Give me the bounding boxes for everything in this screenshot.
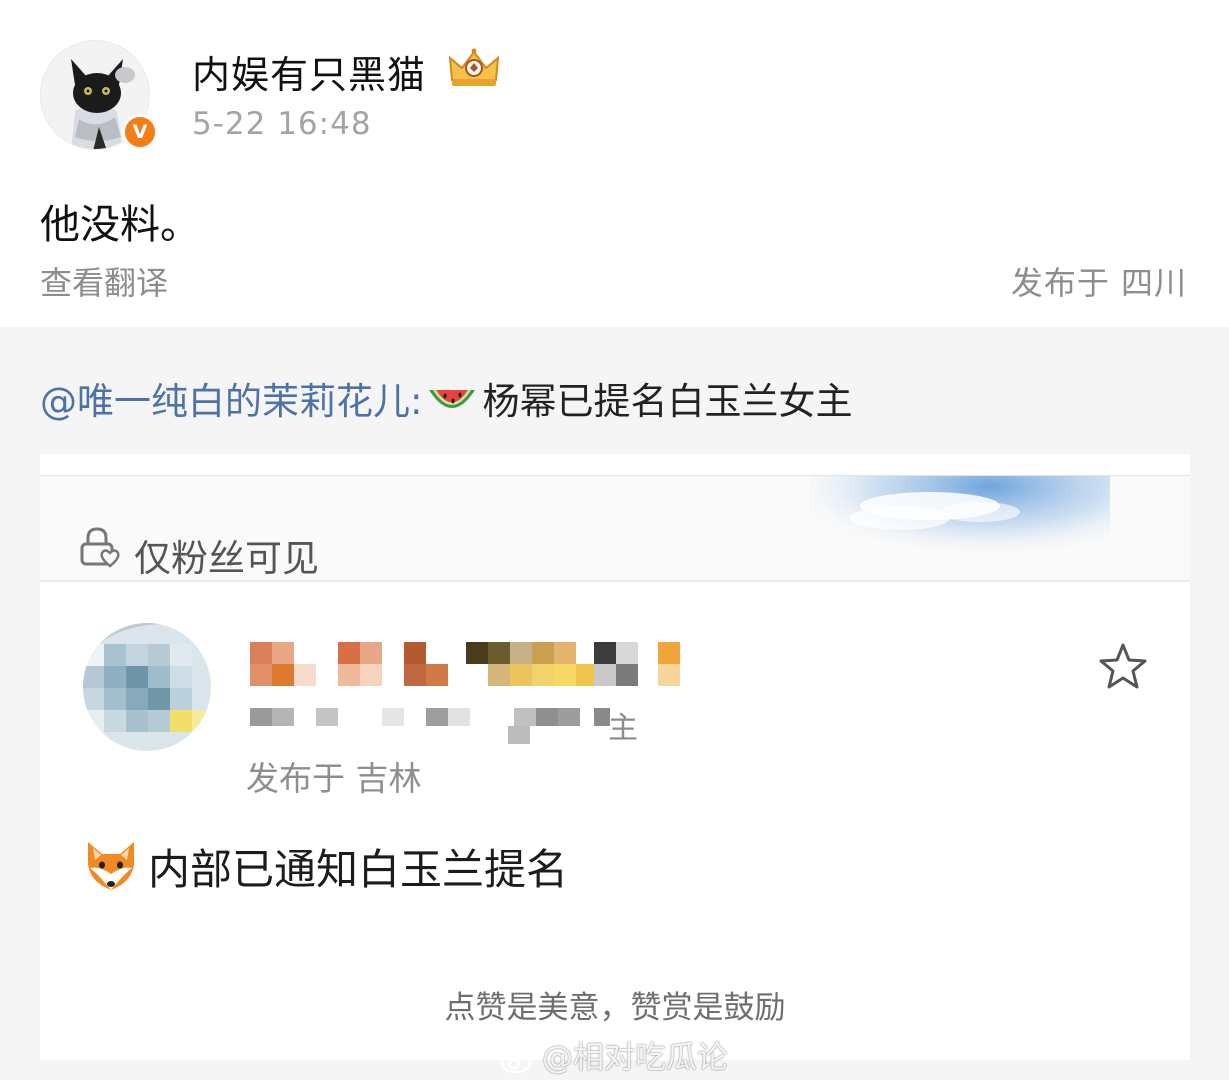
lock-heart-icon: [80, 527, 120, 568]
mention-separator: :: [410, 380, 423, 423]
author-name[interactable]: 内娱有只黑猫: [192, 44, 426, 99]
reward-prompt-text: 点赞是美意，赞赏是鼓励: [444, 990, 786, 1026]
screenshot-body-text: 内部已通知白玉兰提名: [148, 845, 569, 894]
repost-text-line: @唯一纯白的茉莉花儿: 杨幂已提名白玉兰女主: [40, 371, 852, 425]
view-translation-link[interactable]: 查看翻译: [40, 258, 168, 304]
blurred-meta-tail: 主: [608, 711, 638, 746]
repost-body-text: 杨幂已提名白玉兰女主: [482, 380, 853, 423]
sky-cloud-decoration: [810, 476, 1110, 580]
blurred-username: [250, 642, 680, 686]
post-timestamp: 5-22 16:48: [192, 106, 372, 142]
screenshot-location: 发布于 吉林: [246, 759, 422, 798]
fox-emoji-icon: [88, 842, 134, 890]
mention-link[interactable]: @唯一纯白的茉莉花儿: [40, 380, 410, 423]
crown-icon: [448, 48, 500, 86]
blurred-avatar: [83, 623, 211, 751]
post-location: 发布于 四川: [1010, 264, 1187, 302]
watermark-text: @相对吃瓜论: [542, 1040, 728, 1076]
embedded-screenshot[interactable]: 仅粉丝可见 主 发布于 吉林 内部已通知白玉兰提名 点赞是美意，赞赏是鼓励: [40, 454, 1190, 1060]
divider: [40, 580, 1190, 582]
fans-only-header: 仅粉丝可见: [40, 476, 1190, 580]
watermelon-emoji-icon: [429, 390, 476, 408]
verified-badge-icon: V: [122, 114, 158, 150]
blurred-user-meta: [250, 708, 610, 744]
repost-container[interactable]: @唯一纯白的茉莉花儿: 杨幂已提名白玉兰女主 仅粉丝可见 主 发布于 吉林 内部…: [0, 327, 1229, 1080]
star-icon[interactable]: [1098, 642, 1148, 690]
watermark: @相对吃瓜论: [500, 1032, 728, 1077]
post-body-text: 他没料。: [40, 202, 200, 248]
fans-only-label: 仅粉丝可见: [134, 537, 319, 580]
weibo-icon: [500, 1046, 536, 1074]
